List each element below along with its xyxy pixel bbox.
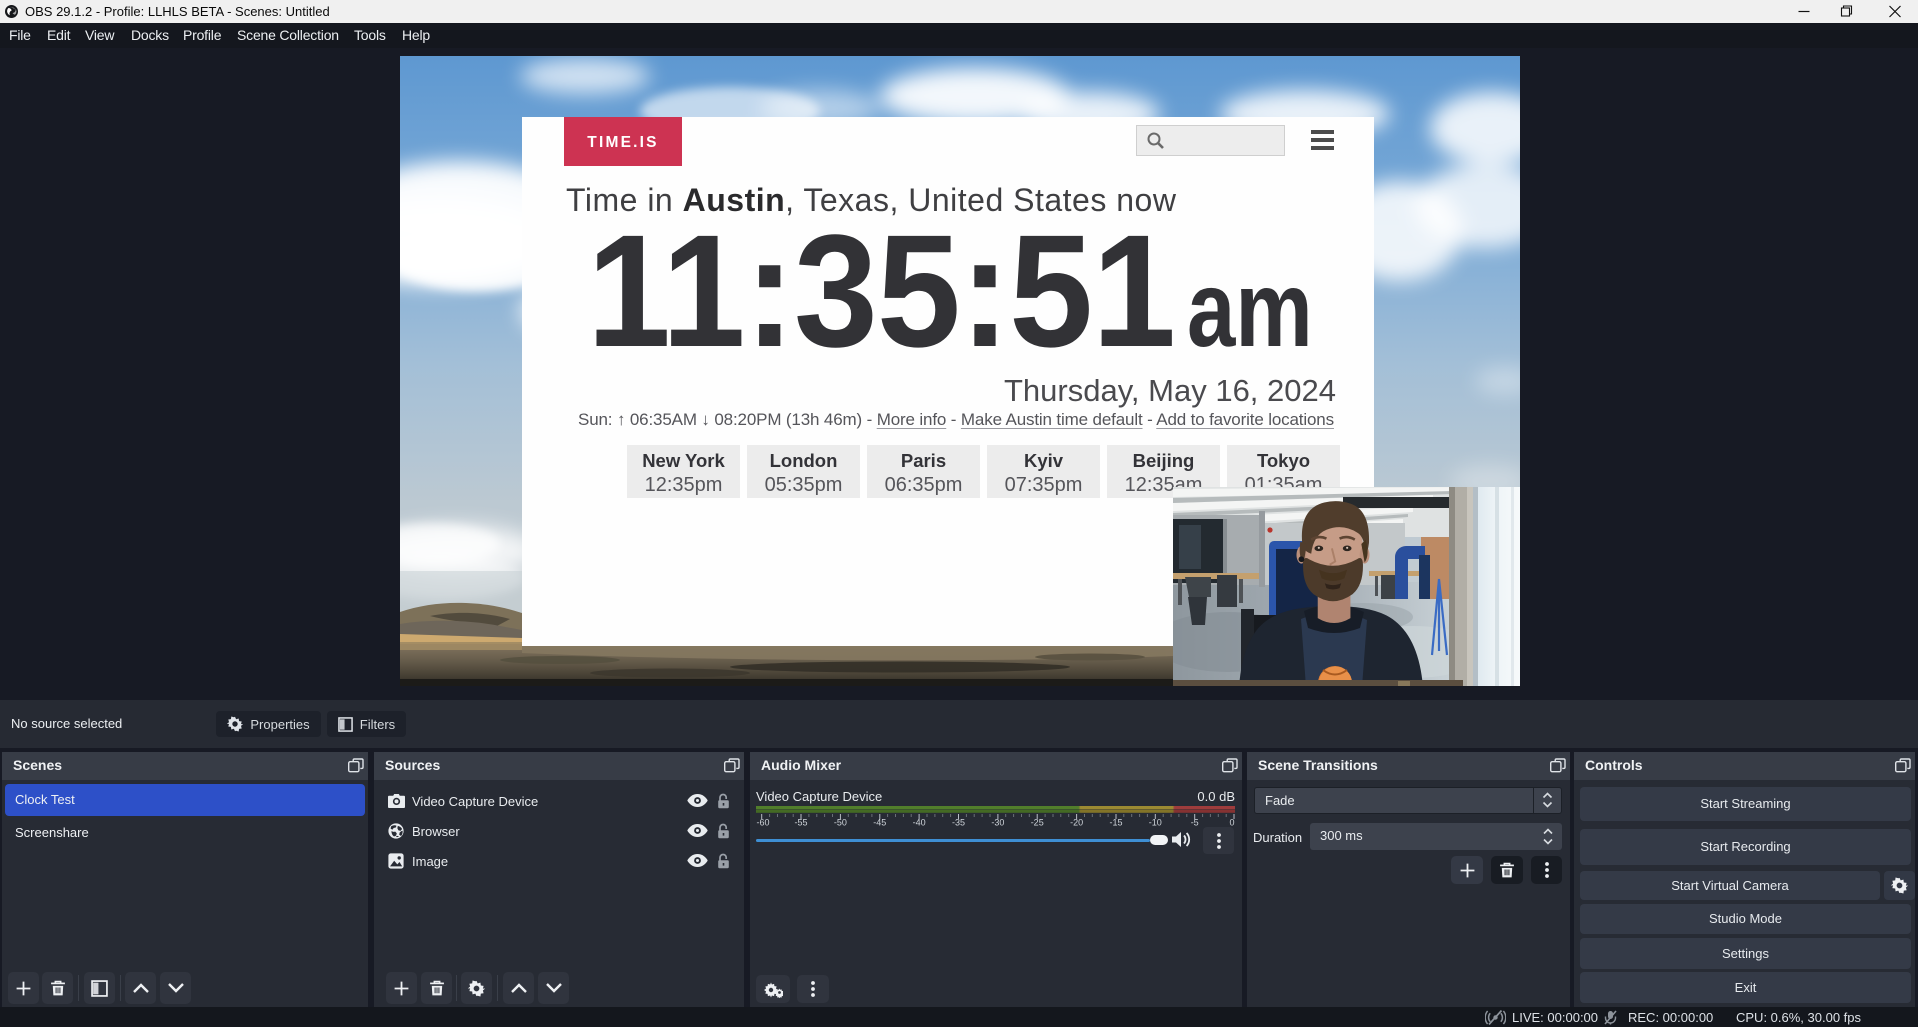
svg-text:-15: -15 [1109, 818, 1122, 828]
svg-text:-25: -25 [1031, 818, 1044, 828]
svg-text:0: 0 [1229, 818, 1234, 828]
svg-text:-20: -20 [1070, 818, 1083, 828]
svg-text:-10: -10 [1149, 818, 1162, 828]
svg-text:-60: -60 [756, 818, 769, 828]
svg-text:-35: -35 [952, 818, 965, 828]
svg-text:-30: -30 [991, 818, 1004, 828]
svg-text:-50: -50 [834, 818, 847, 828]
svg-text:-55: -55 [794, 818, 807, 828]
svg-text:-40: -40 [913, 818, 926, 828]
svg-text:-45: -45 [873, 818, 886, 828]
svg-text:-5: -5 [1191, 818, 1199, 828]
